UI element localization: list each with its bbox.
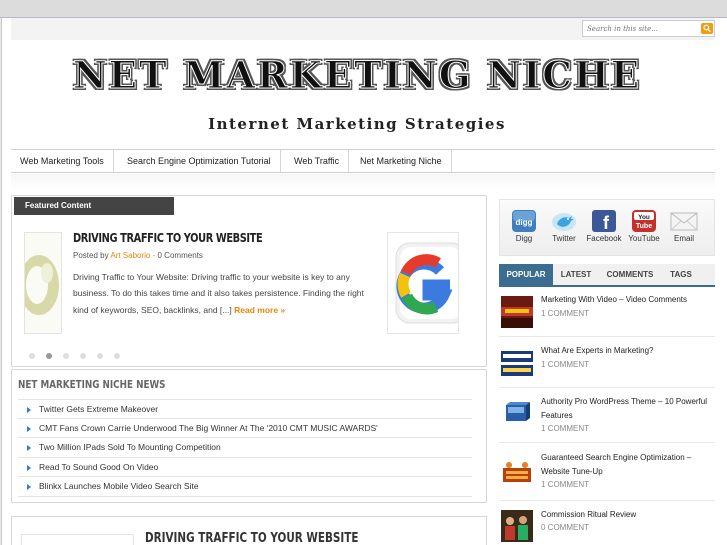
prev-slide-thumbnail[interactable]: [24, 232, 62, 334]
popular-post-title[interactable]: Guaranteed Search Engine Optimization – …: [541, 451, 713, 478]
post-preview: DRIVING TRAFFIC TO YOUR WEBSITE: [11, 516, 487, 545]
popular-post-title[interactable]: Authority Pro WordPress Theme – 10 Power…: [541, 395, 713, 422]
popular-post-comments[interactable]: 0 COMMENT: [541, 523, 589, 532]
social-digg[interactable]: digg Digg: [504, 210, 544, 243]
news-heading: NET MARKETING NICHE NEWS: [18, 378, 166, 391]
comment-count[interactable]: · 0 Comments: [153, 251, 203, 260]
logo-title: NET MARKETING NICHE: [72, 53, 642, 98]
meta-prefix: Posted by: [73, 251, 109, 260]
read-more-link[interactable]: Read more »: [234, 305, 285, 315]
social-twitter[interactable]: Twitter: [544, 210, 584, 243]
featured-excerpt: Driving Traffic to Your Website: Driving…: [73, 269, 378, 318]
social-youtube[interactable]: You Tube YouTube: [624, 210, 664, 243]
slide-dot[interactable]: [63, 353, 69, 359]
browser-top-band: [0, 0, 727, 18]
featured-tab: Featured Content: [14, 197, 174, 215]
nav-shadow: [11, 174, 715, 190]
popular-post-title[interactable]: Marketing With Video – Video Comments: [541, 293, 713, 307]
popular-post-comments[interactable]: 1 COMMENT: [541, 309, 589, 318]
nav-item-web-traffic[interactable]: Web Traffic: [285, 150, 350, 172]
news-list: Twitter Gets Extreme Makeover CMT Fans C…: [18, 399, 472, 497]
main-nav: Web Marketing Tools Search Engine Optimi…: [11, 149, 715, 173]
google-logo-icon: [395, 242, 458, 324]
post-thumbnail[interactable]: [501, 347, 533, 379]
facebook-icon: f: [592, 210, 616, 232]
post-title[interactable]: DRIVING TRAFFIC TO YOUR WEBSITE: [145, 531, 358, 545]
news-box: NET MARKETING NICHE NEWS Twitter Gets Ex…: [11, 369, 487, 503]
social-facebook[interactable]: f Facebook: [584, 210, 624, 243]
social-label: Email: [673, 234, 694, 243]
social-label: Twitter: [552, 234, 576, 243]
popular-post-comments[interactable]: 1 COMMENT: [541, 424, 589, 433]
news-item[interactable]: Two Million IPads Sold To Mounting Compe…: [18, 438, 472, 458]
featured-post-meta: Posted by Art Saborio · 0 Comments: [73, 251, 203, 260]
slide-dot-active[interactable]: [46, 353, 52, 359]
social-label: YouTube: [628, 234, 660, 243]
search-box: [582, 20, 715, 37]
search-input[interactable]: [583, 21, 697, 36]
divider: [499, 442, 715, 443]
post-thumbnail[interactable]: [501, 296, 533, 328]
svg-text:digg: digg: [516, 218, 533, 227]
divider: [499, 500, 715, 501]
post-thumbnail[interactable]: [501, 397, 533, 429]
news-item[interactable]: CMT Fans Crown Carrie Underwood The Big …: [18, 419, 472, 438]
email-icon: [670, 212, 698, 231]
post-thumbnail[interactable]: [501, 458, 533, 490]
slide-dot[interactable]: [97, 353, 103, 359]
post-thumbnail[interactable]: [501, 510, 533, 542]
site-logo[interactable]: NET MARKETING NICHE Internet Marketing S…: [62, 53, 652, 153]
svg-text:f: f: [603, 213, 610, 232]
social-links: digg Digg Twitter f Facebook You Tube You…: [499, 199, 715, 256]
tab-comments[interactable]: COMMENTS: [599, 264, 661, 285]
excerpt-text: Driving Traffic to Your Website: Driving…: [73, 272, 364, 315]
popular-post-comments[interactable]: 1 COMMENT: [541, 360, 589, 369]
twitter-icon: [552, 213, 576, 231]
nav-item-web-marketing-tools[interactable]: Web Marketing Tools: [11, 150, 114, 172]
search-icon: [703, 24, 711, 33]
featured-post-title[interactable]: DRIVING TRAFFIC TO YOUR WEBSITE: [73, 231, 263, 245]
tab-latest[interactable]: LATEST: [553, 264, 599, 285]
divider: [499, 387, 715, 388]
tab-tags[interactable]: TAGS: [661, 264, 701, 285]
popular-post-comments[interactable]: 1 COMMENT: [541, 480, 589, 489]
svg-text:Tube: Tube: [636, 223, 652, 230]
tab-popular[interactable]: POPULAR: [499, 264, 553, 285]
slide-dot[interactable]: [80, 353, 86, 359]
sidebar-tabs: POPULAR LATEST COMMENTS TAGS: [499, 264, 715, 287]
popular-post-title[interactable]: Commission Ritual Review: [541, 508, 713, 522]
slide-dot[interactable]: [114, 353, 120, 359]
news-item[interactable]: Read To Sound Good On Video: [18, 458, 472, 477]
digg-icon: digg: [512, 210, 536, 232]
divider: [499, 336, 715, 337]
nav-item-seo-tutorial[interactable]: Search Engine Optimization Tutorial: [118, 150, 281, 172]
news-item[interactable]: Blinkx Launches Mobile Video Search Site: [18, 477, 472, 497]
social-label: Digg: [515, 234, 533, 243]
svg-text:You: You: [638, 214, 650, 221]
next-slide-thumbnail[interactable]: [387, 232, 459, 334]
featured-content-box: Featured Content DRIVING TRAFFIC TO YOUR…: [11, 195, 487, 367]
popular-post-title[interactable]: What Are Experts in Marketing?: [541, 344, 713, 358]
nav-item-net-marketing-niche[interactable]: Net Marketing Niche: [351, 150, 452, 172]
social-label: Facebook: [586, 234, 622, 243]
social-email[interactable]: Email: [664, 210, 704, 243]
post-thumbnail[interactable]: [21, 534, 134, 545]
author-link[interactable]: Art Saborio: [110, 251, 150, 260]
slide-dot[interactable]: [29, 353, 35, 359]
news-item[interactable]: Twitter Gets Extreme Makeover: [18, 399, 472, 419]
youtube-icon: You Tube: [632, 210, 656, 232]
search-button[interactable]: [701, 23, 713, 34]
site-tagline: Internet Marketing Strategies: [208, 115, 506, 133]
